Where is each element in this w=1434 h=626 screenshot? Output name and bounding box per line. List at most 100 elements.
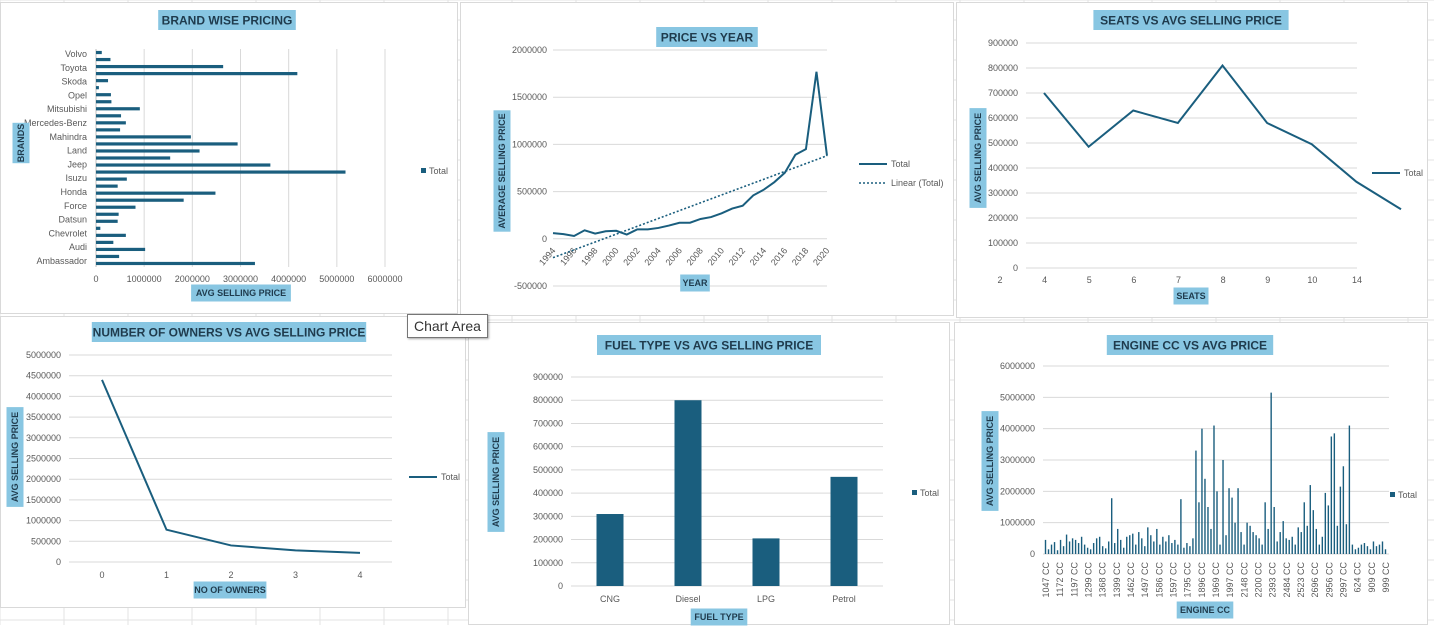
x-axis-label: YEAR [680, 274, 710, 292]
chart-seats-vs-avg-selling-price[interactable]: SEATS VS AVG SELLING PRICE 0 100000 200000 3… [956, 2, 1428, 318]
bar [1279, 532, 1281, 554]
bar [1300, 532, 1302, 554]
chart-title-text: PRICE VS YEAR [661, 30, 754, 44]
y-tick-label: 4000000 [1000, 424, 1035, 434]
y-axis-label: AVG SELLING PRICE [6, 407, 24, 507]
x-tick-label: 1399 CC [1112, 562, 1122, 598]
bar [1384, 549, 1387, 554]
bar [1327, 505, 1330, 554]
x-tick-label: 2018 [790, 246, 811, 268]
x-tick-label: 5000000 [319, 274, 354, 284]
y-tick-label: 0 [558, 581, 563, 591]
y-tick-label: 500000 [533, 465, 563, 475]
y-tick-label: 300000 [988, 188, 1018, 198]
bar [1225, 535, 1227, 554]
y-tick-label: 6000000 [1000, 361, 1035, 371]
x-tick-label: 1299 CC [1084, 562, 1094, 598]
bar [1044, 539, 1047, 554]
legend-marker [421, 168, 426, 173]
y-axis-label-text: BRANDS [16, 124, 26, 163]
bar [1258, 538, 1260, 554]
chart-owners-vs-avg-selling-price[interactable]: NUMBER OF OWNERS VS AVG SELLING PRICE 0 50… [0, 316, 466, 608]
x-tick-label: 1998 [579, 246, 600, 268]
x-tick-label: 3000000 [223, 274, 258, 284]
bar [1297, 527, 1299, 554]
y-tick-label: 800000 [533, 395, 563, 405]
x-tick-label: 2200 CC [1254, 562, 1264, 598]
bar [1147, 527, 1149, 554]
x-tick-label: 1368 CC [1098, 562, 1108, 598]
y-tick-label: 1000000 [1000, 518, 1035, 528]
y-tick-label: Mitsubishi [47, 104, 87, 114]
bar [1369, 549, 1372, 554]
y-tick-label: 1000000 [26, 516, 61, 526]
bar [1324, 492, 1327, 554]
x-tick-label: 2010 [706, 246, 727, 268]
x-axis-label-text: NO OF OWNERS [194, 585, 266, 595]
x-tick-label: CNG [600, 594, 620, 604]
bar [1318, 544, 1321, 554]
chart-title: PRICE VS YEAR [656, 27, 758, 47]
bar [1186, 543, 1188, 554]
chart-area-tooltip: Chart Area [407, 314, 488, 338]
x-axis-label: ENGINE CC [1176, 601, 1234, 619]
bar [1117, 528, 1119, 554]
bar [1255, 535, 1257, 554]
bar [1083, 544, 1086, 554]
bar [1210, 528, 1212, 554]
legend-label: Total [891, 159, 910, 169]
chart-fuel-type-vs-avg-selling-price[interactable]: FUEL TYPE VS AVG SELLING PRICE 0 100000 200… [468, 322, 950, 626]
y-tick-label: 0 [56, 557, 61, 567]
x-tick-label: 5 [1087, 275, 1092, 285]
chart-price-vs-year[interactable]: PRICE VS YEAR -500000 0 500000 1000000 150000… [460, 2, 954, 316]
chart-brand-wise-pricing[interactable]: BRAND WISE PRICING 0 1000000 2000000 3000000… [0, 2, 458, 314]
bar [1357, 547, 1360, 554]
x-tick-label: 9 [1265, 275, 1270, 285]
bar [1132, 533, 1134, 554]
y-tick-label: Land [67, 146, 87, 156]
bar [1177, 544, 1179, 554]
y-tick-label: Mercedes-Benz [24, 118, 88, 128]
y-axis-label-text: AVG SELLING PRICE [985, 416, 995, 506]
y-tick-label: Opel [68, 90, 87, 100]
bar [1345, 524, 1348, 554]
y-tick-label: 2000000 [512, 45, 547, 55]
bar [1333, 433, 1336, 554]
bar [1150, 535, 1152, 554]
bar [1168, 535, 1170, 554]
bar [1336, 525, 1339, 554]
bar [1138, 532, 1140, 554]
bar [1267, 528, 1269, 554]
bar [1306, 525, 1308, 554]
y-tick-label: Mahindra [49, 132, 87, 142]
bar [1065, 534, 1068, 554]
chart-engine-cc-vs-avg-price[interactable]: ENGINE CC VS AVG PRICE 0 1000000 2000000 300… [954, 322, 1428, 625]
x-tick-label: 6000000 [367, 274, 402, 284]
bar [96, 240, 114, 244]
x-tick-label: 624 CC [1353, 561, 1363, 592]
x-axis-label-text: YEAR [682, 278, 708, 288]
bar [830, 476, 858, 586]
legend-label: Total [429, 166, 448, 176]
y-tick-label: Ambassador [36, 256, 87, 266]
x-tick-label: 2000000 [175, 274, 210, 284]
x-tick-label: 1969 CC [1211, 562, 1221, 598]
bar [1156, 528, 1158, 554]
x-tick-label: 2014 [748, 246, 769, 268]
bar [96, 219, 118, 223]
y-tick-label: Jeep [67, 159, 87, 169]
x-tick-label: 3 [293, 570, 298, 580]
legend-label: Total [1404, 168, 1423, 178]
bar [1363, 543, 1366, 554]
bar [1219, 544, 1221, 554]
bar [96, 128, 121, 132]
series-line [101, 379, 361, 554]
x-tick-label: 2696 CC [1310, 562, 1320, 598]
y-tick-label: 200000 [988, 213, 1018, 223]
y-tick-label: 700000 [533, 418, 563, 428]
chart-title-text: FUEL TYPE VS AVG SELLING PRICE [605, 338, 813, 352]
x-tick-label: 1586 CC [1154, 562, 1164, 598]
x-tick-label: 7 [1176, 275, 1181, 285]
x-tick-label: 1597 CC [1169, 562, 1179, 598]
y-tick-label: 0 [542, 234, 547, 244]
